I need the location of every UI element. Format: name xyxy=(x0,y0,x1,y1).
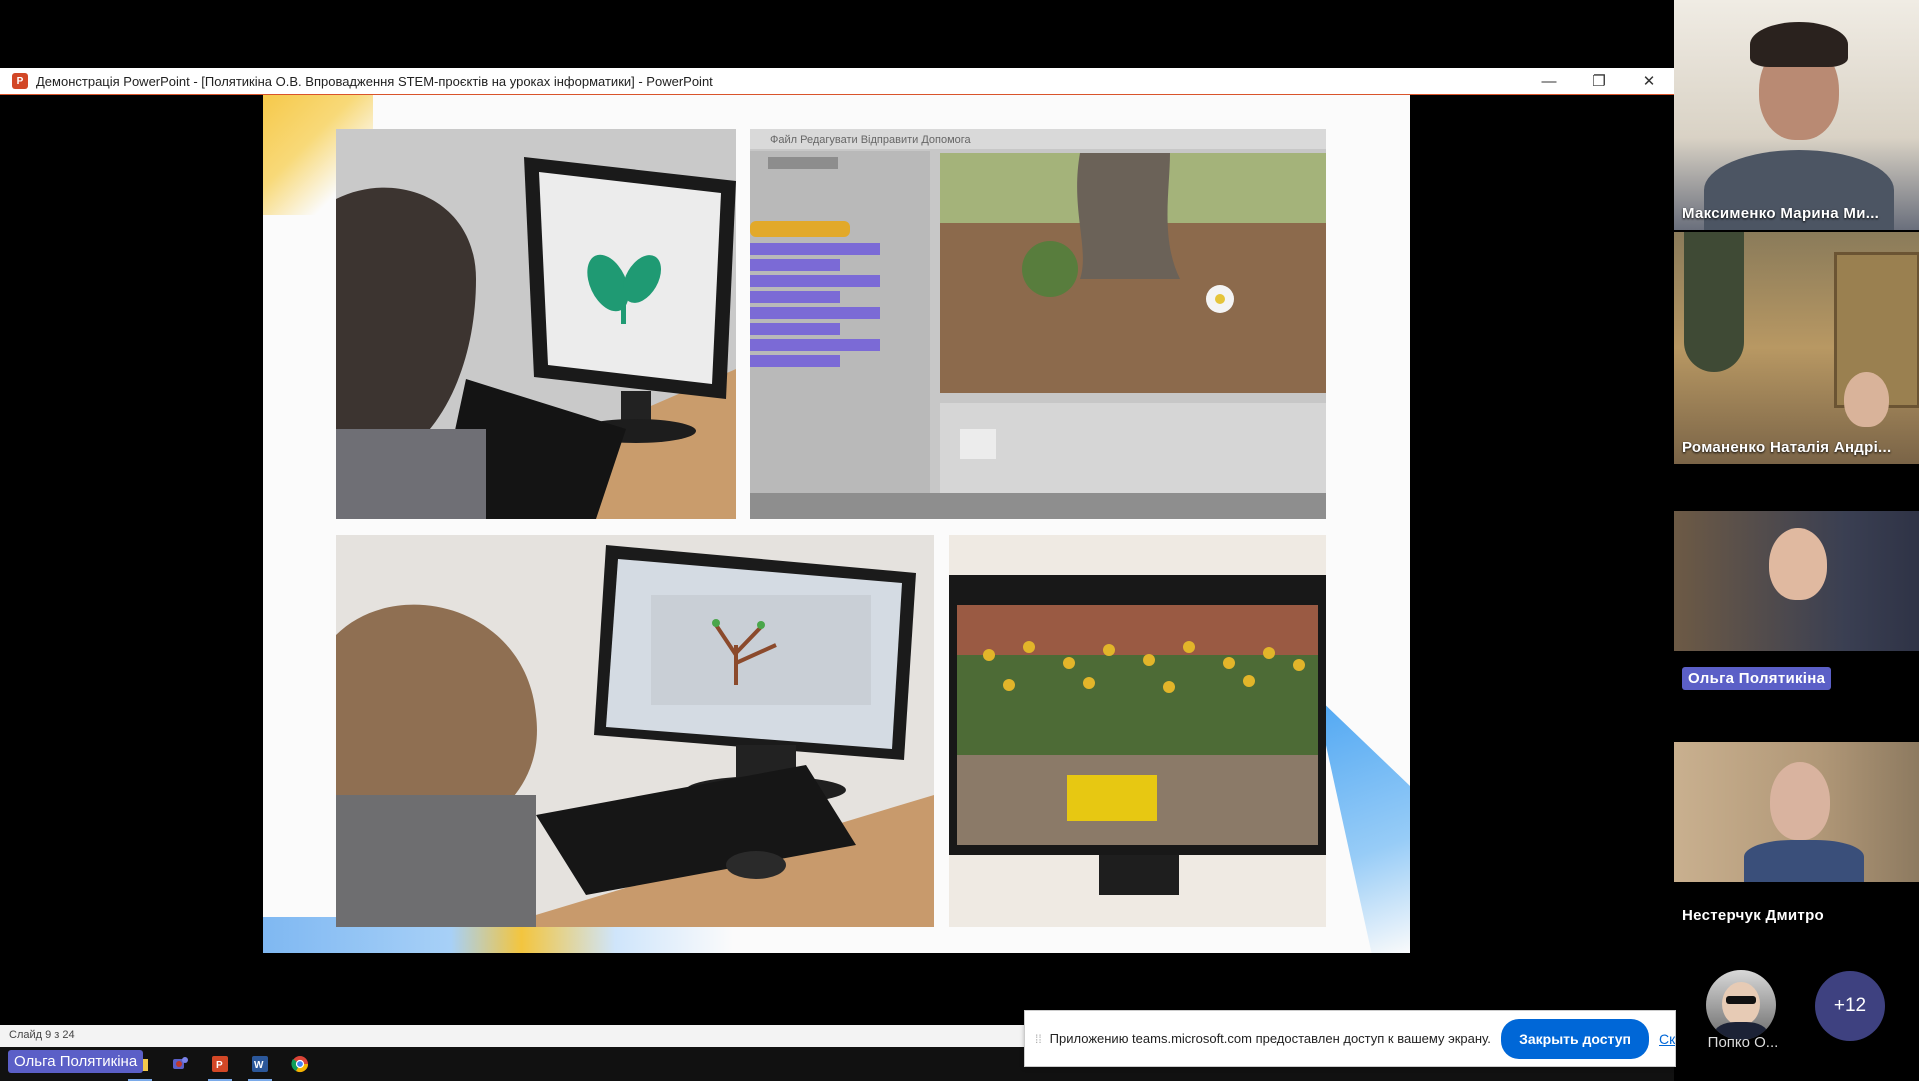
close-icon: ✕ xyxy=(1642,73,1656,90)
participant-tile[interactable]: Ольга Полятикіна xyxy=(1674,466,1919,698)
powerpoint-window: P Демонстрація PowerPoint - [Полятикіна … xyxy=(0,68,1676,1081)
chrome-icon xyxy=(291,1056,309,1073)
stop-sharing-button[interactable]: Закрыть доступ xyxy=(1501,1018,1649,1059)
window-title: Демонстрація PowerPoint - [Полятикіна О.… xyxy=(36,73,713,89)
powerpoint-taskbar-button[interactable]: P xyxy=(200,1047,240,1081)
participant-name: Романенко Наталія Андрі... xyxy=(1682,439,1892,456)
restore-icon: ❐ xyxy=(1592,73,1606,90)
slide-counter: Слайд 9 з 24 xyxy=(9,1029,75,1041)
participant-face xyxy=(1769,528,1827,600)
girl-at-computer-photo xyxy=(336,129,736,519)
drag-handle-icon[interactable]: ⁞⁞ xyxy=(1035,1032,1042,1046)
slide-decoration-right xyxy=(1315,695,1410,953)
powerpoint-icon: P xyxy=(12,73,28,89)
word-button[interactable]: W xyxy=(240,1047,280,1081)
teams-icon xyxy=(173,1057,188,1069)
minimize-button[interactable]: — xyxy=(1524,68,1574,94)
plant-shape xyxy=(1684,232,1744,372)
participant-video xyxy=(1844,372,1889,427)
slide-canvas: Файл Редагувати Відправити Допомога xyxy=(263,95,1410,953)
powerpoint-icon: P xyxy=(212,1056,228,1072)
boy-at-computer-photo xyxy=(336,535,934,927)
notification-text: Приложению teams.microsoft.com предостав… xyxy=(1049,1031,1491,1046)
avatar-name: Попко О... xyxy=(1707,1034,1779,1051)
svg-text:Файл Редагувати Відправити: Файл Редагувати Відправити Допомога xyxy=(770,134,972,146)
scratch-project-screenshot: Файл Редагувати Відправити Допомога xyxy=(750,129,1326,519)
teams-button[interactable] xyxy=(160,1047,200,1081)
participant-name: Нестерчук Дмитро xyxy=(1682,907,1824,924)
restore-button[interactable]: ❐ xyxy=(1574,68,1624,94)
participant-tile[interactable]: Нестерчук Дмитро xyxy=(1674,700,1919,932)
screen-sharing-notification: ⁞⁞ Приложению teams.microsoft.com предос… xyxy=(1024,1010,1676,1067)
participant-tile[interactable]: Романенко Наталія Андрі... xyxy=(1674,232,1919,464)
participant-face xyxy=(1770,762,1830,840)
minimize-icon: — xyxy=(1541,72,1557,90)
participant-name: Ольга Полятикіна xyxy=(1682,667,1832,690)
word-icon: W xyxy=(252,1056,268,1072)
participant-tile[interactable]: Максименко Марина Ми... xyxy=(1674,0,1919,230)
hide-link[interactable]: Скрыть xyxy=(1659,1031,1675,1047)
participant-hair xyxy=(1750,22,1848,67)
presenter-label: Ольга Полятикіна xyxy=(8,1050,144,1073)
participant-shoulders xyxy=(1744,840,1864,882)
svg-text:P: P xyxy=(216,1060,223,1071)
more-participants-button[interactable]: +12 xyxy=(1815,971,1885,1041)
close-button[interactable]: ✕ xyxy=(1624,68,1674,94)
participant-name: Максименко Марина Ми... xyxy=(1682,205,1880,222)
chrome-button[interactable] xyxy=(280,1047,320,1081)
participant-avatar[interactable] xyxy=(1706,970,1776,1040)
svg-text:W: W xyxy=(254,1060,264,1071)
flowers-on-monitor-photo xyxy=(949,535,1326,927)
window-titlebar: P Демонстрація PowerPoint - [Полятикіна … xyxy=(0,68,1674,95)
